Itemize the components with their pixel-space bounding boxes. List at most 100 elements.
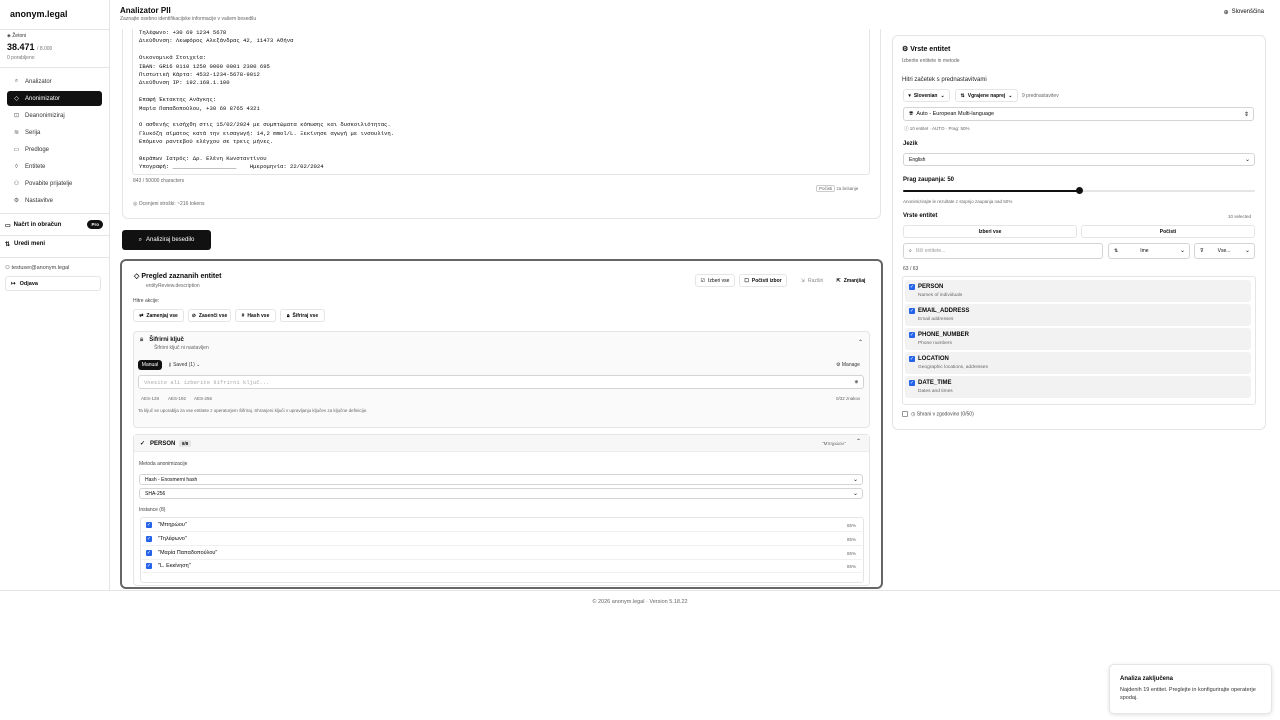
clear-entities-button[interactable]: Počisti [1081,225,1255,238]
sidebar-item-invite[interactable]: ⚇ Povabite prijatelje [7,176,102,191]
gear-icon: ⚙ [13,198,20,204]
page-title: Analizator PII [120,6,171,15]
entity-item-email[interactable]: ✓ EMAIL_ADDRESS Email addresses [905,304,1251,326]
sliders-icon: ⇅ [960,92,965,99]
clear-hint: Počisti za brisanje [816,185,858,192]
algo-aes128[interactable]: AES-128 [141,396,159,401]
saved-keys-tab[interactable]: ⚷ Saved (1) ⌄ [168,362,200,368]
checkbox[interactable]: ✓ [909,332,915,338]
algo-aes256[interactable]: AES-256 [194,396,212,401]
chevron-down-icon: ⌄ [1244,157,1250,163]
brand-logo[interactable]: anonym.legal [10,9,68,19]
hash-all-button[interactable]: # Hash vse [235,309,276,322]
threshold-label: Prag zaupanja: 50 [903,177,955,183]
chevron-up-icon[interactable]: ⌃ [856,438,861,445]
text-line: Θεράπων Ιατρός: Δρ. Ελένη Κωνσταντίνου [139,154,267,162]
checkbox[interactable]: ✓ [146,536,152,542]
encrypt-all-button[interactable]: 🔒︎ Šifriraj vse [280,309,325,322]
pro-badge: Pro [87,220,103,229]
clear-selection-button[interactable]: ☐ Počisti izbor [739,274,787,287]
key-title: 🔒︎ Šifrirni ključ [140,337,184,343]
clear-text-button[interactable]: Počisti [816,185,836,192]
text-line: Μαρία Παπαδοπούλου, +30 69 8765 4321 [139,104,260,112]
toast-notification[interactable]: Analiza zaključena Najdenih 19 entitet. … [1109,664,1272,714]
entity-item-person[interactable]: ✓ PERSON Names of individuals [905,280,1251,302]
list-item[interactable]: ✓ "Μαρία Παπαδοπούλου" 85% [142,547,862,560]
threshold-slider[interactable] [903,187,1255,194]
select-all-entities-button[interactable]: Izberi vse [903,225,1077,238]
key-status: Šifrirni ključ ni nastavljen [154,345,209,351]
slider-thumb[interactable] [1075,187,1083,194]
replace-all-button[interactable]: ⇄ Zamenjaj vse [133,309,184,322]
checkbox[interactable]: ✓ [909,380,915,386]
entity-item-location[interactable]: ✓ LOCATION Geographic locations, addresses [905,352,1251,374]
filter-select[interactable]: ⊽ Vse... ⌄ [1194,243,1255,259]
chevron-down-icon: ⌄ [1179,248,1185,254]
checkbox[interactable]: ✓ [909,308,915,314]
plan-billing-link[interactable]: ▭ Načrt in obračun Pro [5,220,103,230]
key-char-count: 0/32 znakov [836,396,861,401]
sidebar-item-batch[interactable]: ≋ Serija [7,125,102,140]
gear-icon: ⚙ [902,46,909,53]
analyze-button[interactable]: ⌕ Analiziraj besedilo [122,230,211,250]
sidebar: anonym.legal ◈ Žetoni 38.471 / 8.000 0 p… [0,0,110,590]
checkbox[interactable]: ✓ [146,522,152,528]
preset-select[interactable]: 🌐︎ Auto - European Multi-language ⇕ [903,107,1254,121]
token-panel: ◈ Žetoni 38.471 / 8.000 0 porabljeno [0,29,109,68]
square-icon: ☐ [744,277,749,284]
chevron-updown-icon: ⇕ [1243,112,1249,118]
manual-key-tab[interactable]: Manual [138,360,162,370]
logout-button[interactable]: ↦ Odjava [5,276,101,291]
sidebar-item-deanonymize[interactable]: ⊡ Deanonimiziraj [7,108,102,123]
preset-language-select[interactable]: ▾ Slovenian ⌄ [903,89,950,102]
encryption-key-input[interactable]: Vnesite ali izberite šifrirni ključ... ◉ [138,375,864,389]
redact-all-button[interactable]: ⊘ Zasenči vse [188,309,231,322]
language-select[interactable]: English ⌄ [903,153,1255,166]
divider [0,257,109,258]
eye-icon[interactable]: ◉ [855,378,858,385]
entity-item-phone[interactable]: ✓ PHONE_NUMBER Phone numbers [905,328,1251,350]
entity-item-datetime[interactable]: ✓ DATE_TIME Dates and times [905,376,1251,398]
list-item[interactable]: ✓ "Μπηρώου" 85% [142,519,862,532]
footer: © 2026 anonym.legal · Version 5.18.22 [0,590,1280,612]
sidebar-item-templates[interactable]: ▭ Predloge [7,142,102,157]
select-all-button[interactable]: ☑ Izberi vse [695,274,735,287]
checkbox[interactable] [902,411,908,417]
users-icon: ⚇ [13,181,20,187]
chevron-up-icon[interactable]: ⌃ [858,339,863,346]
algo-aes192[interactable]: AES-192 [168,396,186,401]
checkbox[interactable]: ✓ [146,550,152,556]
unlock-icon: ⊡ [13,113,20,119]
expand-all-button[interactable]: ⇲ Razširi [796,274,828,287]
entity-header[interactable] [134,435,869,452]
divider [0,235,109,236]
preset-source-select[interactable]: ⇅ Vgrajene naprej ⌄ [955,89,1018,102]
sidebar-item-settings[interactable]: ⚙ Nastavitve [7,193,102,208]
entity-search-input[interactable]: ⌕ Išči entitete... [903,243,1103,259]
sort-select[interactable]: ⇅ Ime ⌄ [1108,243,1190,259]
gear-icon: ⚙ [836,362,841,368]
threshold-note: Anonimizirajte le rezultate z stopnjo za… [903,199,1013,204]
text-line: Τηλέφωνο: +30 69 1234 5678 [139,29,227,36]
checkbox[interactable]: ✓ [146,563,152,569]
entity-count: 63 / 63 [903,266,919,272]
edit-menu-button[interactable]: ⇅ Uredi meni [5,241,45,248]
manage-keys-button[interactable]: ⚙ Manage [836,362,860,368]
text-input[interactable]: Τηλέφωνο: +30 69 1234 5678 Διεύθυνση: Λεω… [132,29,870,175]
list-item[interactable]: ✓ "Τηλέφωνο" 85% [142,533,862,546]
method-select[interactable]: Hash - Enosmerni hash ⌄ [139,474,863,485]
chevron-down-icon: ⌄ [852,491,858,497]
token-value: 38.471 / 8.000 [7,42,53,52]
checkbox[interactable]: ✓ [909,284,915,290]
hash-algo-select[interactable]: SHA-256 ⌄ [139,488,863,499]
collapse-all-button[interactable]: ⇱ Zmanjšaj [832,274,870,287]
checkbox[interactable]: ✓ [909,356,915,362]
sidebar-item-entities[interactable]: ◊ Entitete [7,159,102,174]
text-line [139,88,863,96]
sidebar-item-anonymizer[interactable]: ◇ Anonimizator [7,91,102,106]
sidebar-item-analyzer[interactable]: ⌕ Analizator [7,74,102,89]
language-switcher[interactable]: ⊕ Slovenščina [1224,9,1264,16]
save-history-toggle[interactable]: ◷ Shrani v zgodovino (0/50) [902,411,974,417]
list-item[interactable]: ✓ "L. Εκκίνηση" 85% [142,560,862,573]
quick-actions-label: Hitre akcije: [133,298,160,304]
